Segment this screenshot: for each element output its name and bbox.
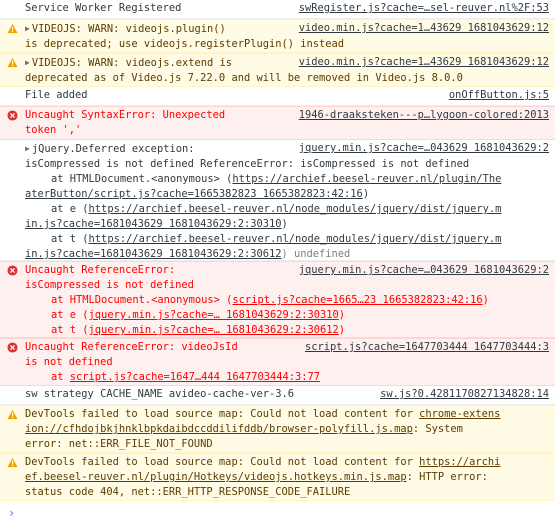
message-text-cont: isCompressed is not defined ReferenceErr… xyxy=(25,158,470,170)
message-text-cont: deprecated as of Video.js 7.22.0 and wil… xyxy=(25,72,463,84)
message-text: DevTools failed to load source map: Coul… xyxy=(25,456,501,468)
source-map-link[interactable]: ion://cfhdojbkjhnklbpkdaibdccddilifddb/b… xyxy=(25,423,413,435)
stack-link[interactable]: script.js?cache=1647…444 1647703444:3:77 xyxy=(70,371,320,383)
console-message-sw-strategy: sw.js?0.4281170827134828:14 sw strategy … xyxy=(0,386,555,405)
source-link[interactable]: video.min.js?cache=1…43629 1681043629:12 xyxy=(299,55,549,70)
stack-link[interactable]: https://archief.beesel-reuver.nl/plugin/… xyxy=(232,173,501,185)
source-link[interactable]: jquery.min.js?cache=…043629 1681043629:2 xyxy=(299,141,549,156)
stack-frame: at e (jquery.min.js?cache=… 1681043629:2… xyxy=(51,309,346,321)
stack-link[interactable]: https://archief.beesel-reuver.nl/node_mo… xyxy=(89,203,502,215)
message-text: Uncaught SyntaxError: Unexpected xyxy=(25,109,226,121)
stack-frame-cont: in.js?cache=1681043629 1681043629:2:3061… xyxy=(25,248,351,260)
message-text-cont: token ',' xyxy=(25,124,82,136)
message-text-cont: status code 404, net::ERR_HTTP_RESPONSE_… xyxy=(25,486,351,498)
stack-link[interactable]: in.js?cache=1681043629 1681043629:2:3061… xyxy=(25,248,281,260)
error-circle-icon xyxy=(7,265,18,276)
source-link[interactable]: swRegister.js?cache=…sel-reuver.nl%2F:53 xyxy=(299,1,549,16)
message-text-cont: isCompressed is not defined xyxy=(25,279,194,291)
stack-link[interactable]: https://archief.beesel-reuver.nl/node_mo… xyxy=(89,233,502,245)
message-text: Uncaught ReferenceError: xyxy=(25,264,176,276)
source-link[interactable]: onOffButton.js:5 xyxy=(449,88,549,103)
console-message-warning[interactable]: video.min.js?cache=1…43629 1681043629:12… xyxy=(0,19,555,53)
console-message-warning[interactable]: DevTools failed to load source map: Coul… xyxy=(0,453,555,501)
stack-link[interactable]: in.js?cache=1681043629 1681043629:2:3031… xyxy=(25,218,281,230)
message-text-cont: ion://cfhdojbkjhnklbpkdaibdccddilifddb/b… xyxy=(25,423,463,435)
console-message-jquery-exception[interactable]: jquery.min.js?cache=…043629 1681043629:2… xyxy=(0,140,555,261)
error-circle-icon xyxy=(7,342,18,353)
expand-triangle-icon[interactable]: ▶ xyxy=(25,55,30,70)
stack-link[interactable]: jquery.min.js?cache=… 1681043629:2:30310 xyxy=(89,309,339,321)
console-message-warning[interactable]: DevTools failed to load source map: Coul… xyxy=(0,405,555,453)
message-text: File added xyxy=(25,89,88,101)
warning-triangle-icon xyxy=(7,23,18,34)
message-text-cont: ef.beesel-reuver.nl/plugin/Hotkeys/video… xyxy=(25,471,488,483)
message-text: DevTools failed to load source map: Coul… xyxy=(25,408,501,420)
message-text: VIDEOJS: WARN: videojs.extend is xyxy=(31,57,233,69)
message-text-cont: is deprecated; use videojs.registerPlugi… xyxy=(25,38,345,50)
console-message-error[interactable]: 1946-draaksteken---p…lygoon-colored:2013… xyxy=(0,106,555,140)
stack-link[interactable]: jquery.min.js?cache=… 1681043629:2:30612 xyxy=(89,324,339,336)
console-prompt-icon[interactable]: › xyxy=(8,506,15,520)
stack-frame-cont: in.js?cache=1681043629 1681043629:2:3031… xyxy=(25,218,288,230)
warning-triangle-icon xyxy=(7,457,18,468)
stack-frame: at HTMLDocument.<anonymous> (script.js?c… xyxy=(51,294,489,306)
console-message-error[interactable]: jquery.min.js?cache=…043629 1681043629:2… xyxy=(0,261,555,338)
source-map-link[interactable]: chrome-extens xyxy=(419,408,500,420)
message-text: jQuery.Deferred exception: xyxy=(31,143,195,155)
message-text: Uncaught ReferenceError: videoJsId xyxy=(25,341,238,353)
warning-triangle-icon xyxy=(7,409,18,420)
console-message-error[interactable]: script.js?cache=1647703444 1647703444:3 … xyxy=(0,338,555,386)
stack-link[interactable]: script.js?cache=1665…23 1665382823:42:16 xyxy=(232,294,482,306)
stack-frame: at HTMLDocument.<anonymous> (https://arc… xyxy=(51,173,502,185)
stack-frame: at t (jquery.min.js?cache=… 1681043629:2… xyxy=(51,324,346,336)
message-text-cont: is not defined xyxy=(25,356,113,368)
source-link[interactable]: video.min.js?cache=1…43629 1681043629:12 xyxy=(299,21,549,36)
stack-link[interactable]: aterButton/script.js?cache=1665382823 16… xyxy=(25,188,363,200)
source-link[interactable]: sw.js?0.4281170827134828:14 xyxy=(380,387,549,402)
message-text: VIDEOJS: WARN: videojs.plugin() xyxy=(31,23,226,35)
stack-frame: at t (https://archief.beesel-reuver.nl/n… xyxy=(51,233,502,245)
message-text: Service Worker Registered xyxy=(25,2,182,14)
devtools-console: swRegister.js?cache=…sel-reuver.nl%2F:53… xyxy=(0,0,555,522)
source-link[interactable]: 1946-draaksteken---p…lygoon-colored:2013 xyxy=(299,108,549,123)
stack-frame: at script.js?cache=1647…444 1647703444:3… xyxy=(51,371,321,383)
message-text-cont: error: net::ERR_FILE_NOT_FOUND xyxy=(25,438,213,450)
expand-triangle-icon[interactable]: ▶ xyxy=(25,141,30,156)
source-link[interactable]: script.js?cache=1647703444 1647703444:3 xyxy=(305,340,549,355)
stack-frame: at e (https://archief.beesel-reuver.nl/n… xyxy=(51,203,502,215)
stack-frame-cont: aterButton/script.js?cache=1665382823 16… xyxy=(25,188,370,200)
expand-triangle-icon[interactable]: ▶ xyxy=(25,21,30,36)
source-map-link[interactable]: ef.beesel-reuver.nl/plugin/Hotkeys/video… xyxy=(25,471,407,483)
warning-triangle-icon xyxy=(7,57,18,68)
console-message-file-added: onOffButton.js:5 File added xyxy=(0,87,555,106)
console-message-sw-registered: swRegister.js?cache=…sel-reuver.nl%2F:53… xyxy=(0,0,555,19)
console-message-warning[interactable]: video.min.js?cache=1…43629 1681043629:12… xyxy=(0,53,555,87)
source-link[interactable]: jquery.min.js?cache=…043629 1681043629:2 xyxy=(299,263,549,278)
error-circle-icon xyxy=(7,110,18,121)
source-map-link[interactable]: https://archi xyxy=(419,456,500,468)
message-text: sw strategy CACHE_NAME avideo-cache-ver-… xyxy=(25,388,294,400)
